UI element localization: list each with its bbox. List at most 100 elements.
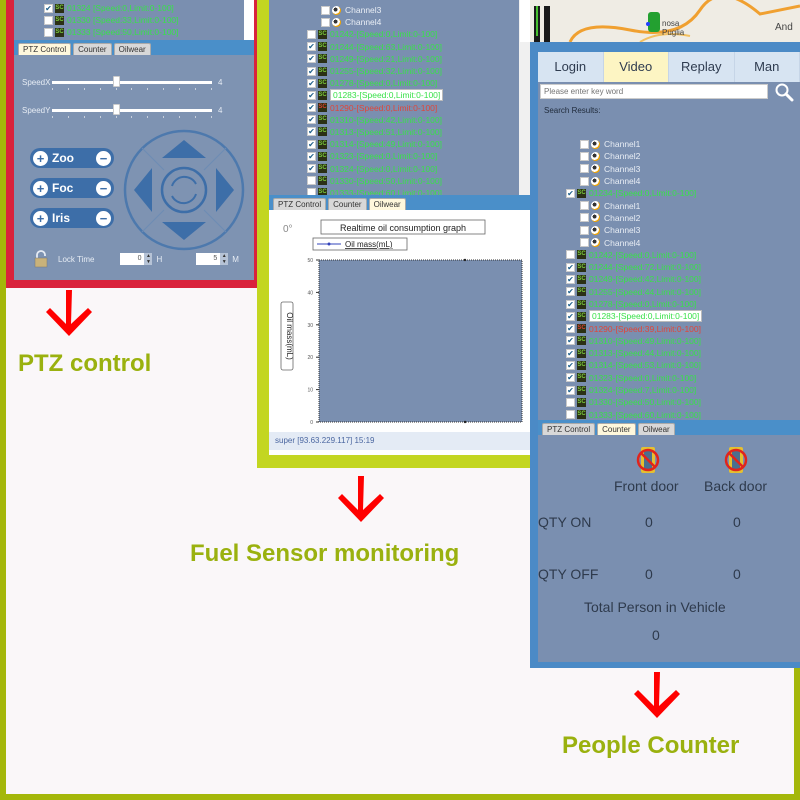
hours-input[interactable]: 0 [120,253,145,265]
vehicle-row[interactable]: ✔ SC 01314-[Speed:49,Limit:0-100] [307,138,519,150]
checkbox[interactable]: ✔ [566,385,575,395]
minutes-spinner[interactable]: ▲ ▼ [220,253,229,265]
checkbox[interactable]: ✔ [566,299,575,309]
vehicle-row[interactable]: ✔ SC 01249-[Speed:21,Limit:0-100] [307,53,519,65]
search-input[interactable] [540,84,768,99]
speedy-slider-thumb[interactable] [113,104,120,115]
checkbox[interactable] [580,176,589,186]
checkbox[interactable]: ✔ [566,274,575,284]
vehicle-row[interactable]: ✔ SC 01278-[Speed:0,Limit:0-100] [566,298,800,310]
checkbox[interactable] [566,397,575,407]
checkbox[interactable]: ✔ [307,139,316,149]
checkbox[interactable] [566,250,575,260]
vehicle-row[interactable]: ✔ SC 01310-[Speed:49,Limit:0-100] [566,335,800,347]
vehicle-row[interactable]: ✔ SC 01313-[Speed:51,Limit:0-100] [307,126,519,138]
vehicle-row[interactable]: ✔ SC 01323-[Speed:0,Limit:0-100] [307,150,519,162]
vehicle-row[interactable]: ✔ SC 01314-[Speed:53,Limit:0-100] [566,359,800,371]
checkbox[interactable]: ✔ [566,311,575,321]
tab-oilwear[interactable]: Oilwear [368,198,406,210]
checkbox[interactable]: ✔ [307,54,316,64]
checkbox[interactable]: ✔ [566,188,575,198]
checkbox[interactable]: ✔ [566,324,575,334]
checkbox[interactable]: ✔ [566,373,575,383]
checkbox[interactable] [580,151,589,161]
tab-oilwear[interactable]: Oilwear [637,423,675,435]
vehicle-row[interactable]: ✔ SC 01290-[Speed:39,Limit:0-100] [566,322,800,334]
scrollbar[interactable] [244,0,254,40]
tab-counter[interactable]: Counter [597,423,636,435]
nav-tab-man[interactable]: Man [735,52,800,82]
channel-row[interactable]: Channel2 [566,212,800,224]
minutes-input[interactable]: 5 [196,253,221,265]
zoom-in-button[interactable]: + [33,150,48,166]
nav-tab-login[interactable]: Login [538,52,604,82]
vehicle-row[interactable]: SC 01333 [Speed:50,Limit:0-100] [44,26,254,38]
channel-row[interactable]: Channel2 [566,150,800,162]
vehicle-row[interactable]: SC 01330-[Speed:50,Limit:0-100] [566,396,800,408]
speedy-slider[interactable] [52,104,212,118]
checkbox[interactable] [44,27,53,37]
checkbox[interactable] [580,201,589,211]
focus-in-button[interactable]: + [33,180,48,196]
tab-ptz-control[interactable]: PTZ Control [273,198,327,210]
channel-row[interactable]: Channel4 [566,236,800,248]
vehicle-row[interactable]: ✔ SC 01324-[Speed:0,Limit:0-100] [307,162,519,174]
speedx-slider-thumb[interactable] [113,76,120,87]
search-icon[interactable] [774,82,794,102]
focus-out-button[interactable]: − [96,180,111,196]
pan-up-icon[interactable] [162,140,206,158]
checkbox[interactable]: ✔ [307,42,316,52]
checkbox[interactable]: ✔ [566,336,575,346]
checkbox[interactable]: ✔ [566,360,575,370]
vehicle-row[interactable]: SC 01242-[Speed:0,Limit:0-100] [566,249,800,261]
vehicle-row[interactable]: ✔ SC 01323-[Speed:0,Limit:0-100] [566,372,800,384]
checkbox[interactable]: ✔ [307,151,316,161]
vehicle-marker-icon[interactable] [648,12,660,32]
checkbox[interactable]: ✔ [307,164,316,174]
checkbox[interactable]: ✔ [307,66,316,76]
tab-counter[interactable]: Counter [73,43,112,55]
checkbox[interactable]: ✔ [307,115,316,125]
vehicle-row[interactable]: ✔ SC 01310-[Speed:42,Limit:0-100] [307,114,519,126]
vehicle-row[interactable]: ✔ SC 01324 [Speed:0,Limit:0-100] [44,2,254,14]
checkbox[interactable] [307,176,316,186]
channel-row[interactable]: Channel4 [307,16,519,28]
auto-scan-ring[interactable] [160,166,208,214]
checkbox[interactable]: ✔ [44,3,53,13]
checkbox[interactable] [321,17,330,27]
channel-row[interactable]: Channel3 [566,163,800,175]
lock-icon[interactable] [34,250,48,268]
vehicle-row[interactable]: ✔ SC 01313-[Speed:44,Limit:0-100] [566,347,800,359]
tab-oilwear[interactable]: Oilwear [113,43,151,55]
checkbox[interactable] [580,164,589,174]
checkbox[interactable] [580,225,589,235]
nav-tab-replay[interactable]: Replay [669,52,735,82]
checkbox[interactable]: ✔ [307,103,316,113]
vehicle-row[interactable]: ✔ SC 01283-[Speed:0,Limit:0-100] [307,89,519,102]
hours-spinner[interactable]: ▲ ▼ [144,253,153,265]
checkbox[interactable]: ✔ [566,262,575,272]
vehicle-row[interactable]: ✔ SC 01255-[Speed:44,Limit:0-100] [566,286,800,298]
checkbox[interactable]: ✔ [566,287,575,297]
checkbox[interactable]: ✔ [307,90,316,100]
checkbox[interactable] [580,213,589,223]
pan-left-icon[interactable] [134,168,152,212]
pan-down-icon[interactable] [162,222,206,240]
vehicle-row[interactable]: ✔ SC 01244-[Speed:72,Limit:0-100] [566,261,800,273]
channel-row[interactable]: Channel3 [566,224,800,236]
pan-right-icon[interactable] [216,168,234,212]
checkbox[interactable]: ✔ [566,348,575,358]
checkbox[interactable] [580,139,589,149]
checkbox[interactable] [321,5,330,15]
checkbox[interactable] [566,410,575,420]
vehicle-row[interactable]: SC 01330-[Speed:50,Limit:0-100] [307,175,519,187]
vehicle-row[interactable]: SC 01330 [Speed:33,Limit:0-100] [44,14,254,26]
vehicle-row[interactable]: SC 01242-[Speed:0,Limit:0-100] [307,28,519,40]
vehicle-row[interactable]: ✔ SC 01283-[Speed:0,Limit:0-100] [566,310,800,323]
channel-row[interactable]: Channel4 [566,175,800,187]
vehicle-row[interactable]: ✔ SC 01255-[Speed:32,Limit:0-100] [307,65,519,77]
tab-ptz-control[interactable]: PTZ Control [18,43,72,55]
vehicle-row[interactable]: ✔ SC 01278-[Speed:0,Limit:0-100] [307,77,519,89]
checkbox[interactable] [44,15,53,25]
iris-open-button[interactable]: + [33,210,48,226]
